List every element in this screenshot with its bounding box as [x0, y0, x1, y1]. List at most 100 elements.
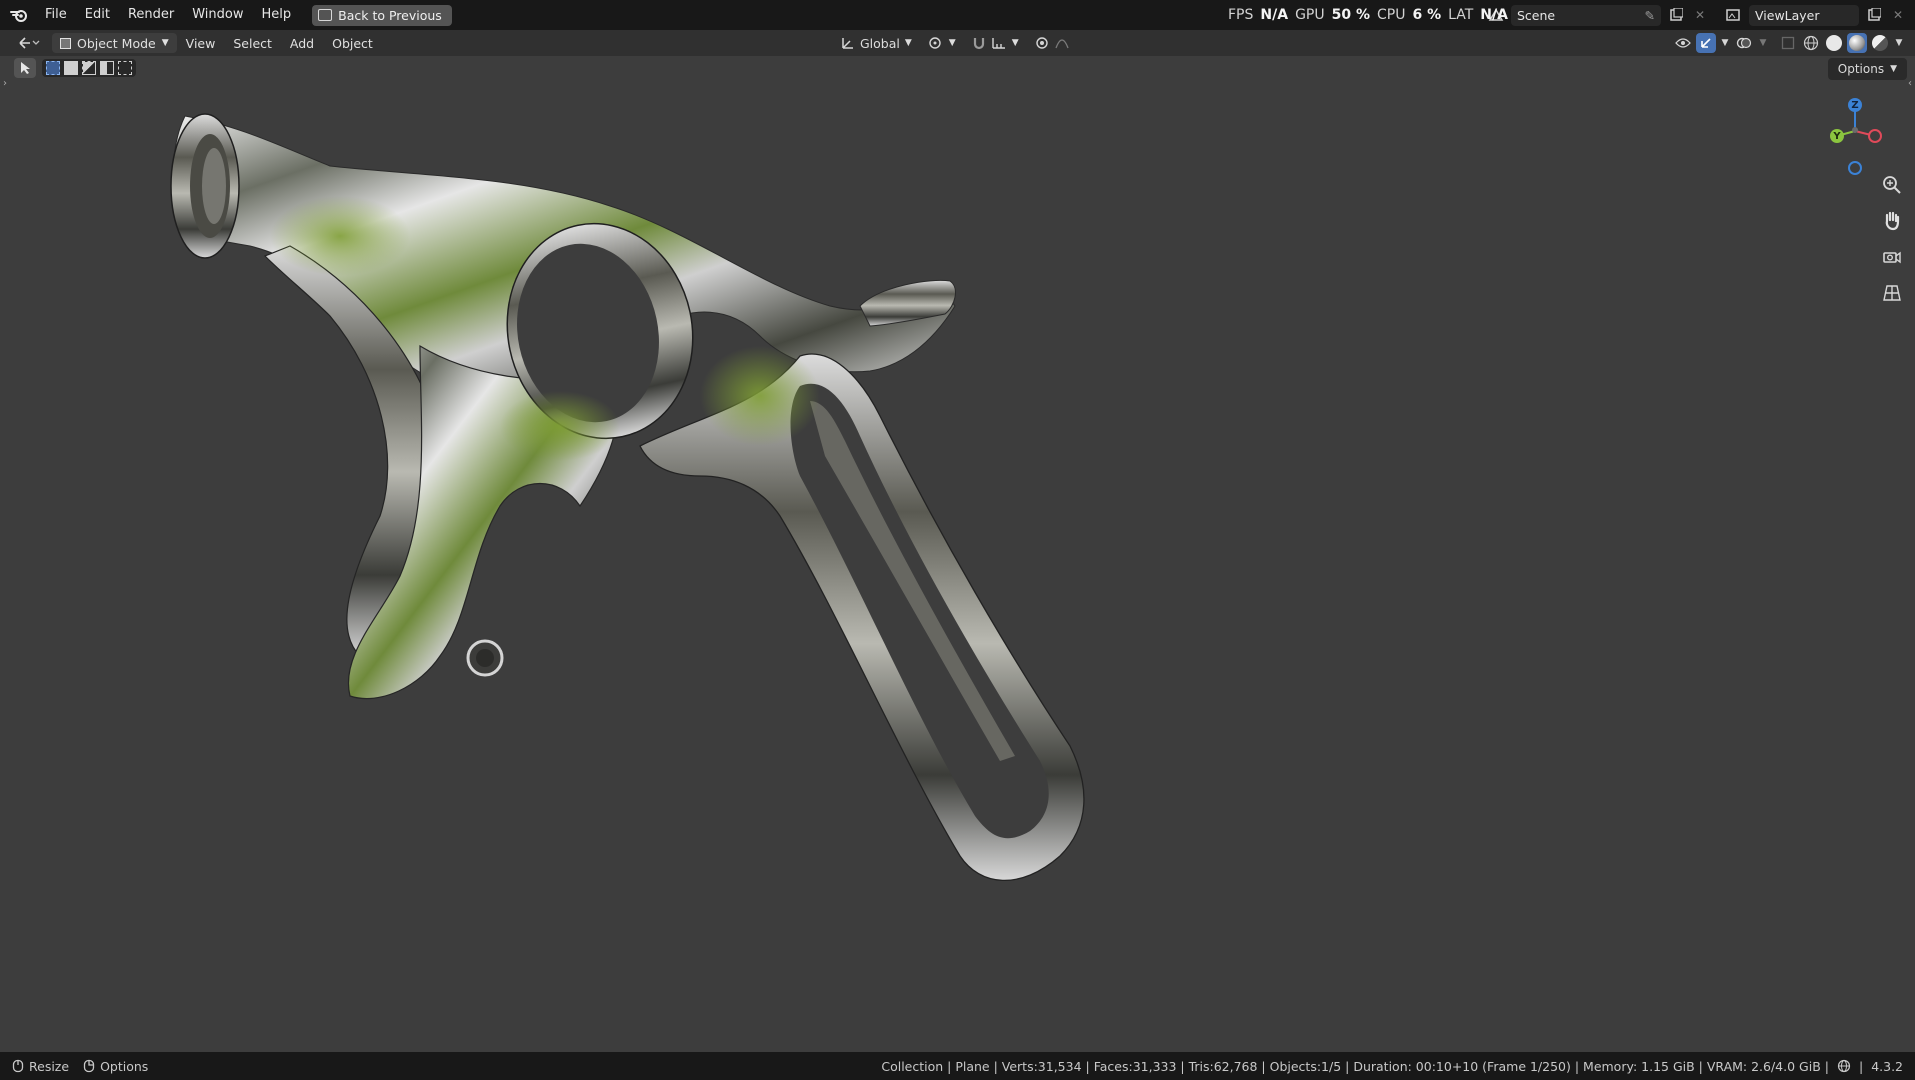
- xray-icon: [1781, 36, 1795, 50]
- perspective-toggle-button[interactable]: [1879, 280, 1905, 306]
- viewport-header: Object Mode ▼ View Select Add Object Glo…: [0, 30, 1915, 56]
- magnet-icon: [973, 38, 984, 50]
- new-view-layer-icon[interactable]: [1865, 6, 1883, 24]
- menu-object[interactable]: Object: [323, 36, 382, 51]
- mouse-drag-icon: [12, 1059, 24, 1073]
- fullscreen-exit-icon: [318, 9, 333, 21]
- shading-solid[interactable]: [1824, 33, 1844, 53]
- mouse-right-click-icon: [83, 1059, 95, 1073]
- orientation-label: Global: [860, 35, 900, 51]
- wireframe-icon: [1803, 35, 1819, 51]
- separator: |: [1858, 1058, 1864, 1074]
- chevron-down-icon: ▼: [1011, 38, 1019, 48]
- orientation-icon: [842, 38, 853, 49]
- top-menu-bar: File Edit Render Window Help Back to Pre…: [0, 0, 1915, 30]
- pin-icon[interactable]: ✎: [1645, 8, 1655, 23]
- zoom-button[interactable]: [1879, 172, 1905, 198]
- camera-view-button[interactable]: [1879, 244, 1905, 270]
- pivot-point-icon: [929, 37, 941, 49]
- cpu-label: CPU: [1377, 7, 1406, 23]
- close-scene-icon[interactable]: ✕: [1691, 6, 1709, 24]
- gpu-label: GPU: [1295, 7, 1325, 23]
- options-hint: Options: [83, 1059, 148, 1074]
- menu-view[interactable]: View: [177, 36, 225, 51]
- lat-label: LAT: [1448, 7, 1474, 23]
- navigation-buttons: [1879, 172, 1905, 306]
- solid-shading-icon: [1826, 35, 1842, 51]
- camera-icon: [1883, 251, 1901, 264]
- menu-help[interactable]: Help: [253, 0, 301, 30]
- gizmo-icon: [1701, 38, 1711, 48]
- chevron-down-icon: ▼: [161, 38, 169, 48]
- network-globe-icon: [1837, 1059, 1851, 1073]
- scene-stats-text: Collection | Plane | Verts:31,534 | Face…: [881, 1058, 1829, 1074]
- shading-material-preview[interactable]: [1847, 33, 1867, 53]
- view-layer-icon[interactable]: [1725, 6, 1743, 24]
- transform-tools: Global ▼ ▼ ▼: [835, 33, 1076, 53]
- scene-selector[interactable]: Scene ✎: [1511, 4, 1661, 26]
- grid-icon: [1883, 285, 1901, 301]
- object-mode-select[interactable]: Object Mode ▼: [52, 33, 177, 53]
- gizmo-y-axis[interactable]: Y: [1830, 129, 1844, 143]
- overlays-icon: [1736, 37, 1752, 49]
- slingshot-3d-model[interactable]: [0, 56, 1915, 1052]
- view-layer-selector[interactable]: ViewLayer: [1749, 4, 1859, 26]
- lat-value: N/A: [1480, 7, 1508, 23]
- resize-hint: Resize: [12, 1059, 69, 1074]
- eye-icon: [1675, 38, 1691, 48]
- rendered-shading-icon: [1872, 35, 1888, 51]
- menu-file[interactable]: File: [36, 0, 76, 30]
- gizmo-neg-z-axis[interactable]: [1848, 161, 1862, 175]
- hand-icon: [1885, 211, 1900, 231]
- gizmo-toggle[interactable]: [1696, 33, 1716, 53]
- performance-overlay: FPS N/A GPU 50 % CPU 6 % LAT N/A: [1228, 0, 1508, 30]
- fps-value: N/A: [1260, 7, 1289, 23]
- chevron-down-icon: ▼: [948, 38, 956, 48]
- status-bar-hints: Resize Options: [12, 1059, 148, 1074]
- chevron-down-icon: ▼: [904, 38, 912, 48]
- gizmo-x-axis[interactable]: [1868, 129, 1882, 143]
- proportional-edit-icon: [1035, 37, 1048, 49]
- scene-name: Scene: [1517, 7, 1556, 23]
- proportional-editing-toggle[interactable]: [1029, 33, 1076, 53]
- object-mode-icon: [60, 37, 71, 49]
- menu-add[interactable]: Add: [281, 36, 323, 51]
- object-mode-label: Object Mode: [77, 35, 156, 51]
- xray-toggle[interactable]: [1778, 33, 1798, 53]
- menu-window[interactable]: Window: [183, 0, 252, 30]
- blender-version: 4.3.2: [1871, 1058, 1903, 1074]
- new-scene-icon[interactable]: [1667, 6, 1685, 24]
- scene-statistics: Collection | Plane | Verts:31,534 | Face…: [881, 1052, 1903, 1080]
- visibility-select[interactable]: [1673, 33, 1693, 53]
- 3d-viewport[interactable]: Options ▼ › ‹ Z Y: [0, 56, 1915, 1052]
- pan-button[interactable]: [1879, 208, 1905, 234]
- editor-type-button[interactable]: [12, 33, 46, 53]
- options-hint-label: Options: [100, 1058, 149, 1074]
- zoom-icon: [1883, 176, 1901, 194]
- resize-hint-label: Resize: [29, 1058, 70, 1074]
- menu-edit[interactable]: Edit: [76, 0, 119, 30]
- fps-label: FPS: [1228, 7, 1254, 23]
- close-view-layer-icon[interactable]: ✕: [1889, 6, 1907, 24]
- y-axis-label: Y: [1833, 130, 1841, 142]
- viewport-display-tools: ▼ ▼ ▼: [1673, 33, 1905, 53]
- snap-toggle[interactable]: ▼: [966, 33, 1025, 53]
- menu-render[interactable]: Render: [119, 0, 183, 30]
- gizmo-z-axis[interactable]: Z: [1848, 98, 1862, 112]
- scene-controls: Scene ✎ ✕ ViewLayer ✕: [1487, 0, 1907, 30]
- pivot-point-select[interactable]: ▼: [922, 33, 962, 53]
- overlays-dropdown[interactable]: ▼: [1757, 33, 1769, 53]
- overlays-toggle[interactable]: [1734, 33, 1754, 53]
- menu-select[interactable]: Select: [224, 36, 281, 51]
- shading-rendered[interactable]: [1870, 33, 1890, 53]
- falloff-icon: [1055, 39, 1069, 49]
- gizmo-dropdown[interactable]: ▼: [1719, 33, 1731, 53]
- back-to-previous-button[interactable]: Back to Previous: [312, 4, 452, 26]
- shading-dropdown[interactable]: ▼: [1893, 33, 1905, 53]
- orientation-select[interactable]: Global ▼: [835, 33, 918, 53]
- cpu-value: 6 %: [1412, 7, 1442, 23]
- shading-wireframe[interactable]: [1801, 33, 1821, 53]
- view-layer-name: ViewLayer: [1755, 7, 1820, 23]
- blender-logo-icon[interactable]: [8, 4, 30, 26]
- material-preview-icon: [1849, 35, 1865, 51]
